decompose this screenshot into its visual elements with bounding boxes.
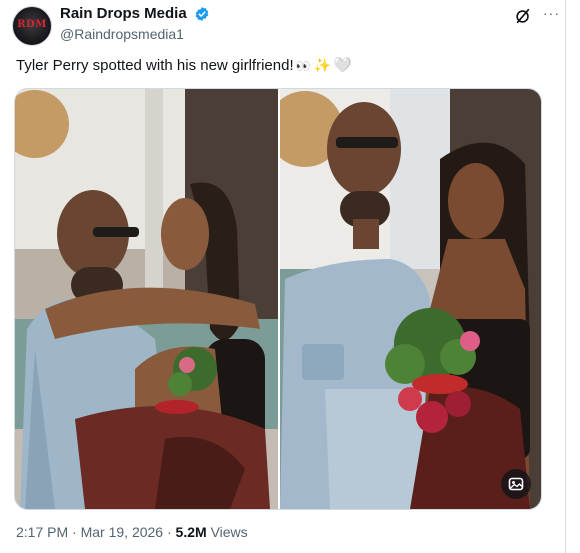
tweet-date[interactable]: Mar 19, 2026: [81, 524, 164, 540]
white-heart-emoji-icon: 🤍: [333, 56, 352, 74]
tweet-header: RDM Rain Drops Media @Raindropsmedia1 ··…: [12, 4, 560, 48]
meta-separator: ·: [72, 524, 77, 540]
column-divider: [565, 0, 566, 553]
views-label: Views: [210, 524, 248, 540]
sparkles-emoji-icon: ✨: [313, 58, 332, 74]
author-handle[interactable]: @Raindropsmedia1: [60, 26, 210, 42]
verified-badge-icon: [195, 6, 209, 21]
more-options-icon[interactable]: ···: [543, 5, 560, 21]
eyes-emoji-icon: 👀: [295, 59, 311, 73]
tweet-body: Tyler Perry spotted with his new girlfri…: [16, 57, 294, 74]
tweet-time[interactable]: 2:17 PM: [16, 524, 68, 540]
photo-left[interactable]: [15, 89, 278, 509]
author-names: Rain Drops Media @Raindropsmedia1: [60, 5, 210, 42]
views-count[interactable]: 5.2M: [176, 524, 207, 540]
tweet-meta: 2:17 PM · Mar 19, 2026 · 5.2M Views: [16, 524, 248, 540]
photo-right[interactable]: [280, 89, 541, 509]
meta-separator-2: ·: [166, 524, 172, 540]
grok-icon[interactable]: [514, 7, 532, 25]
avatar[interactable]: RDM: [12, 6, 52, 46]
image-description-icon[interactable]: [501, 469, 531, 499]
avatar-logo-text: RDM: [17, 19, 47, 30]
tweet-text: Tyler Perry spotted with his new girlfri…: [16, 56, 352, 74]
media-grid: [14, 88, 542, 510]
author-display-name[interactable]: Rain Drops Media: [60, 5, 187, 22]
